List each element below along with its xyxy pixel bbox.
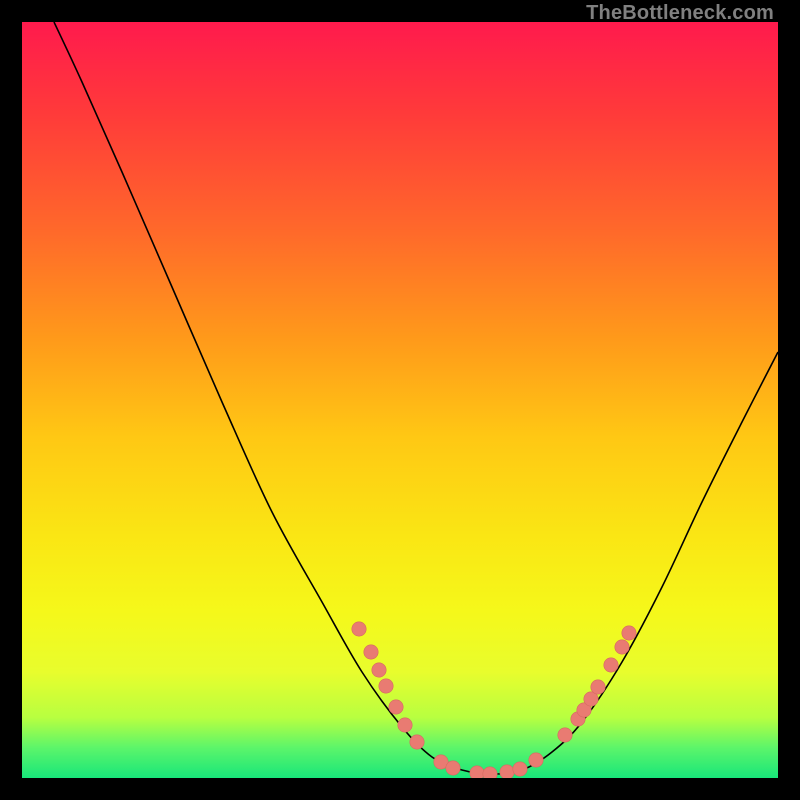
data-marker [379,679,393,693]
data-marker [500,765,514,778]
watermark-text: TheBottleneck.com [586,2,774,25]
data-marker [364,645,378,659]
chart-frame: TheBottleneck.com [0,0,800,800]
data-marker [389,700,403,714]
data-marker [622,626,636,640]
chart-svg [22,22,778,778]
data-marker [446,761,460,775]
data-marker [529,753,543,767]
plot-area [22,22,778,778]
data-marker [604,658,618,672]
data-marker [470,766,484,778]
data-marker [410,735,424,749]
data-marker [513,762,527,776]
data-marker [591,680,605,694]
data-marker [483,767,497,778]
data-marker [398,718,412,732]
data-marker [352,622,366,636]
data-marker [372,663,386,677]
data-marker [558,728,572,742]
marker-group [352,622,636,778]
data-marker [615,640,629,654]
bottleneck-curve [54,22,778,774]
